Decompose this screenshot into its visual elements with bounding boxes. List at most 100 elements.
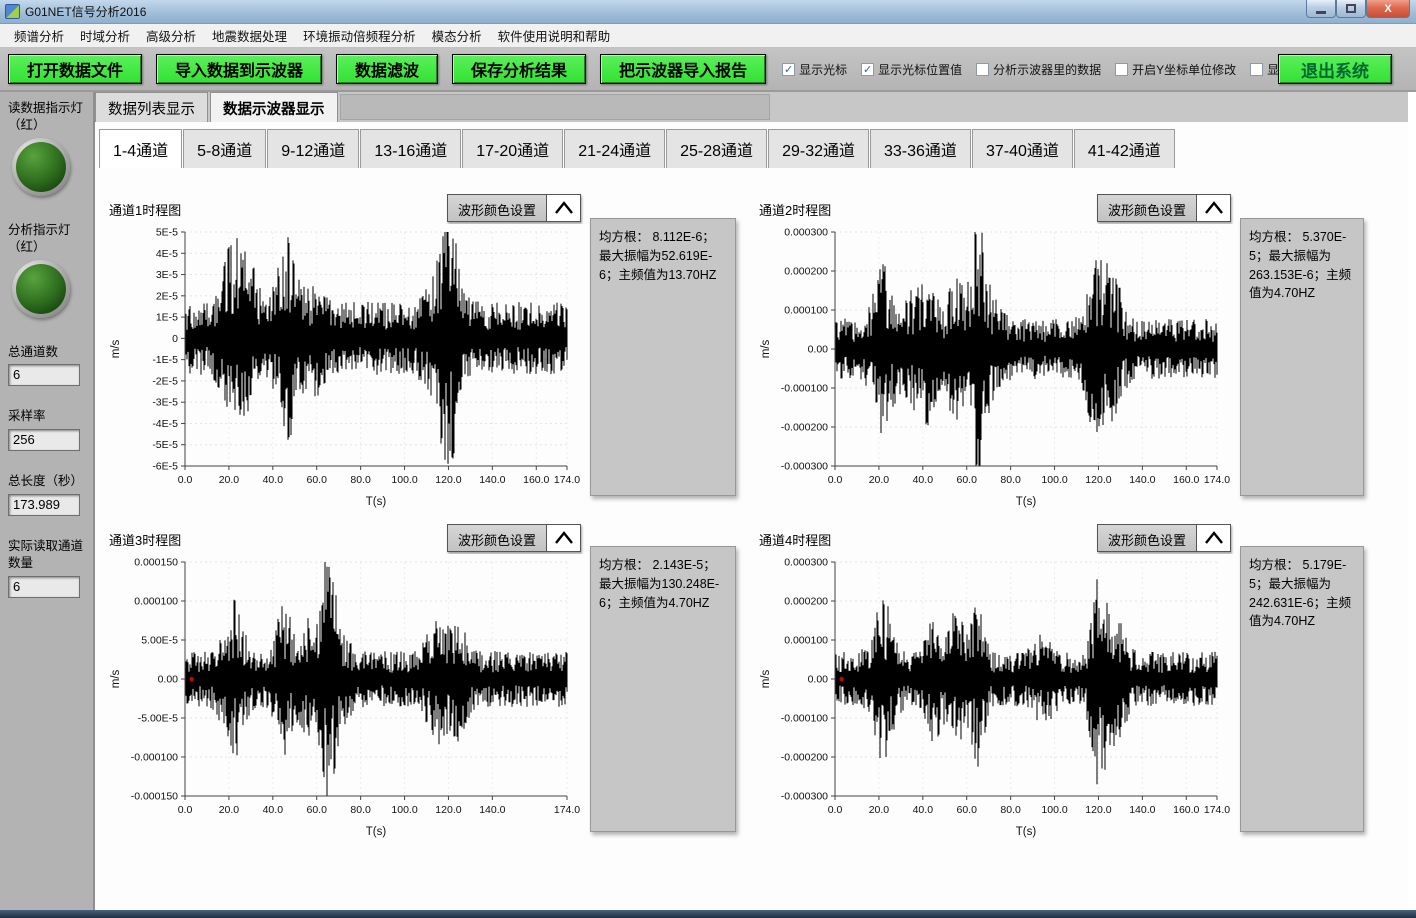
menu-item-octave-analysis[interactable]: 环境振动倍频程分析 (295, 23, 424, 48)
svg-text:4E-5: 4E-5 (156, 248, 178, 260)
tab-channels-5-8[interactable]: 5-8通道 (183, 129, 266, 168)
open-data-file-button[interactable]: 打开数据文件 (8, 54, 142, 84)
menu-bar: 频谱分析 时域分析 高级分析 地震数据处理 环境振动倍频程分析 模态分析 软件使… (0, 24, 1416, 48)
svg-text:-0.000200: -0.000200 (781, 422, 828, 434)
chart4-waveform-color-button[interactable]: 波形颜色设置 (1097, 524, 1231, 552)
svg-text:-5.00E-5: -5.00E-5 (138, 713, 178, 725)
svg-text:0.0: 0.0 (828, 804, 843, 816)
total-channels-field[interactable]: 6 (8, 364, 80, 386)
svg-text:80.0: 80.0 (1000, 804, 1021, 816)
checkbox-show-cursor[interactable]: ✓ 显示光标 (782, 61, 847, 78)
export-scope-to-report-button[interactable]: 把示波器导入报告 (600, 54, 766, 84)
svg-text:120.0: 120.0 (435, 804, 461, 816)
chart1-header: 通道1时程图 波形颜色设置 (105, 194, 583, 222)
tab-channels-9-12[interactable]: 9-12通道 (267, 129, 359, 168)
tab-channels-29-32[interactable]: 29-32通道 (768, 129, 869, 168)
tab-channels-25-28[interactable]: 25-28通道 (666, 129, 767, 168)
sample-rate-field[interactable]: 256 (8, 429, 80, 451)
sidebar: 读数据指示灯（红） 分析指示灯（红） 总通道数 6 采样率 256 总长度（秒）… (0, 92, 95, 910)
total-length-field[interactable]: 173.989 (8, 494, 80, 516)
svg-text:0.00: 0.00 (808, 344, 829, 356)
svg-text:T(s): T(s) (366, 826, 387, 838)
tab-channels-21-24[interactable]: 21-24通道 (564, 129, 665, 168)
toolbar-options: ✓ 显示光标 ✓ 显示光标位置值 ✓ 分析示波器里的数据 ✓ 开启Y坐标单位修改… (782, 61, 1341, 78)
actual-read-channels-field[interactable]: 6 (8, 576, 80, 598)
toolbar: 打开数据文件 导入数据到示波器 数据滤波 保存分析结果 把示波器导入报告 ✓ 显… (0, 48, 1416, 92)
tab-data-scope-display[interactable]: 数据示波器显示 (210, 92, 338, 122)
chart1-waveform-plot[interactable]: 5E-54E-53E-52E-51E-50-1E-5-2E-5-3E-5-4E-… (105, 224, 583, 512)
checkbox-analyze-scope-data[interactable]: ✓ 分析示波器里的数据 (976, 61, 1101, 78)
svg-text:174.0: 174.0 (1204, 804, 1230, 816)
checkbox-icon: ✓ (861, 63, 874, 76)
svg-text:140.0: 140.0 (479, 474, 505, 486)
svg-text:0.000100: 0.000100 (784, 635, 828, 647)
svg-text:120.0: 120.0 (435, 474, 461, 486)
save-analysis-results-button[interactable]: 保存分析结果 (452, 54, 586, 84)
svg-text:174.0: 174.0 (1204, 474, 1230, 486)
menu-item-spectrum-analysis[interactable]: 频谱分析 (6, 23, 72, 48)
chart2-header: 通道2时程图 波形颜色设置 (755, 194, 1233, 222)
menu-item-time-domain-analysis[interactable]: 时域分析 (72, 23, 138, 48)
svg-text:-0.000300: -0.000300 (781, 791, 828, 803)
tab-channels-41-42[interactable]: 41-42通道 (1074, 129, 1175, 168)
checkbox-show-cursor-position[interactable]: ✓ 显示光标位置值 (861, 61, 962, 78)
taskbar-edge (0, 910, 1416, 918)
svg-text:1E-5: 1E-5 (156, 312, 178, 324)
svg-text:0.000100: 0.000100 (784, 305, 828, 317)
svg-text:20.0: 20.0 (219, 804, 240, 816)
svg-text:100.0: 100.0 (391, 474, 417, 486)
maximize-button[interactable] (1336, 0, 1366, 18)
menu-item-advanced-analysis[interactable]: 高级分析 (138, 23, 204, 48)
svg-text:20.0: 20.0 (869, 474, 890, 486)
svg-text:80.0: 80.0 (350, 474, 371, 486)
chart4-waveform-plot[interactable]: 0.0003000.0002000.0001000.00-0.000100-0.… (755, 554, 1233, 842)
svg-text:-4E-5: -4E-5 (152, 418, 178, 430)
minimize-button[interactable] (1306, 0, 1336, 18)
tab-data-list-display[interactable]: 数据列表显示 (95, 92, 208, 122)
tab-channels-13-16[interactable]: 13-16通道 (360, 129, 461, 168)
tab-channels-1-4[interactable]: 1-4通道 (99, 129, 182, 168)
chart1-title: 通道1时程图 (109, 200, 181, 219)
svg-text:5E-5: 5E-5 (156, 227, 178, 239)
chevron-up-icon[interactable] (546, 525, 580, 551)
chevron-up-icon[interactable] (1196, 525, 1230, 551)
svg-text:-2E-5: -2E-5 (152, 375, 178, 387)
menu-item-seismic-data-processing[interactable]: 地震数据处理 (204, 23, 295, 48)
chart3-waveform-plot[interactable]: 0.0001500.0001005.00E-50.00-5.00E-5-0.00… (105, 554, 583, 842)
checkbox-enable-y-unit-edit[interactable]: ✓ 开启Y坐标单位修改 (1115, 61, 1236, 78)
menu-item-help[interactable]: 软件使用说明和帮助 (490, 23, 619, 48)
svg-text:40.0: 40.0 (913, 804, 934, 816)
svg-text:m/s: m/s (110, 339, 122, 358)
svg-text:140.0: 140.0 (479, 804, 505, 816)
chevron-up-icon[interactable] (546, 195, 580, 221)
svg-text:T(s): T(s) (1016, 826, 1037, 838)
svg-text:100.0: 100.0 (391, 804, 417, 816)
chart3-waveform-color-button[interactable]: 波形颜色设置 (447, 524, 581, 552)
channel-tabs: 1-4通道 5-8通道 9-12通道 13-16通道 17-20通道 21-24… (99, 130, 1404, 168)
chart3-header: 通道3时程图 波形颜色设置 (105, 524, 583, 552)
actual-read-channels-label: 实际读取通道数量 (8, 538, 87, 572)
tab-channels-37-40[interactable]: 37-40通道 (972, 129, 1073, 168)
chart1-waveform-color-button[interactable]: 波形颜色设置 (447, 194, 581, 222)
close-button[interactable]: X (1366, 0, 1410, 18)
import-data-to-scope-button[interactable]: 导入数据到示波器 (156, 54, 322, 84)
data-filter-button[interactable]: 数据滤波 (336, 54, 438, 84)
svg-text:40.0: 40.0 (263, 474, 284, 486)
svg-text:60.0: 60.0 (307, 804, 328, 816)
svg-text:60.0: 60.0 (957, 804, 978, 816)
exit-system-button[interactable]: 退出系统 (1278, 54, 1392, 84)
svg-text:140.0: 140.0 (1129, 474, 1155, 486)
chart2-waveform-plot[interactable]: 0.0003000.0002000.0001000.00-0.000100-0.… (755, 224, 1233, 512)
svg-text:2E-5: 2E-5 (156, 290, 178, 302)
svg-text:174.0: 174.0 (554, 804, 580, 816)
chart2-waveform-color-button[interactable]: 波形颜色设置 (1097, 194, 1231, 222)
tab-channels-33-36[interactable]: 33-36通道 (870, 129, 971, 168)
menu-item-modal-analysis[interactable]: 模态分析 (424, 23, 490, 48)
led-icon (16, 264, 66, 314)
svg-text:m/s: m/s (760, 669, 772, 688)
svg-text:m/s: m/s (110, 669, 122, 688)
svg-text:-0.000100: -0.000100 (781, 713, 828, 725)
tab-channels-17-20[interactable]: 17-20通道 (462, 129, 563, 168)
tabrow-filler (340, 94, 770, 120)
chevron-up-icon[interactable] (1196, 195, 1230, 221)
